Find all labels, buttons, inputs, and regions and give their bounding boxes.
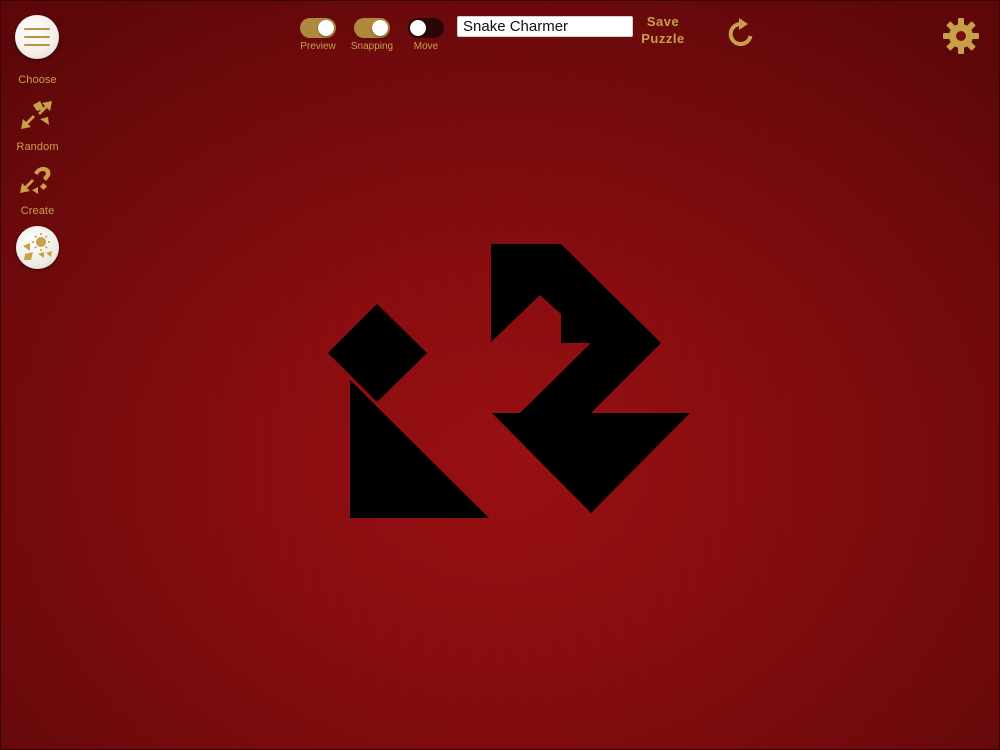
tangram-large-triangle-bottom[interactable] xyxy=(492,413,690,513)
tangram-puzzle[interactable] xyxy=(0,0,1000,750)
tangram-square-piece[interactable] xyxy=(328,304,427,402)
tangram-large-triangle-left[interactable] xyxy=(350,380,489,518)
